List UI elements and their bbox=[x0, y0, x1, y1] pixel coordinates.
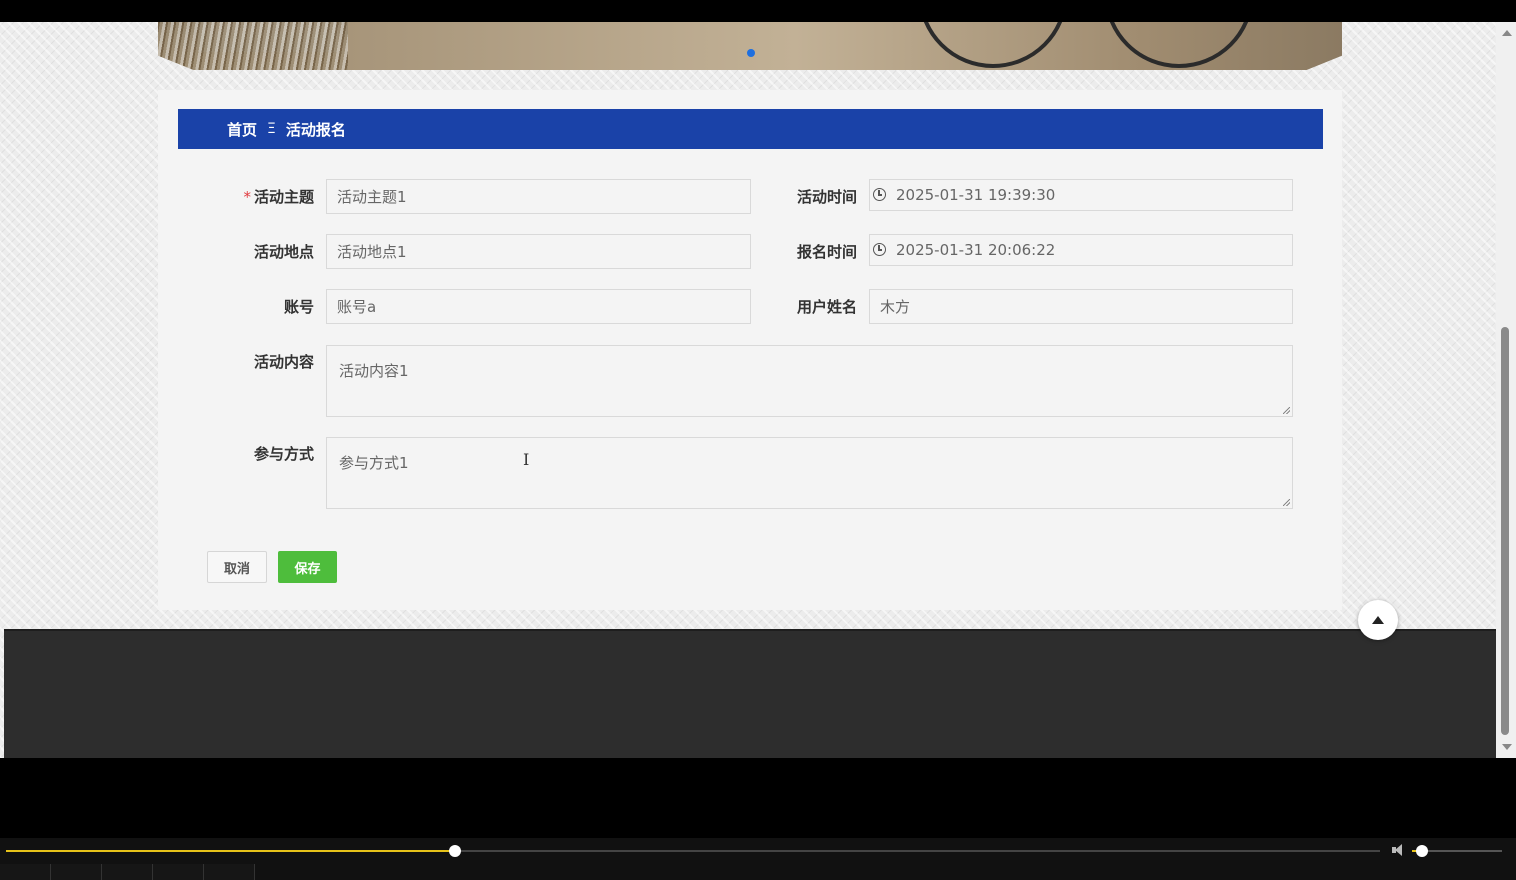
arrow-up-icon bbox=[1372, 616, 1384, 624]
participation-method-textarea[interactable]: 参与方式1 I bbox=[326, 437, 1293, 509]
banner-image bbox=[158, 22, 1342, 70]
taskbar-slot[interactable] bbox=[51, 864, 102, 880]
page-footer bbox=[4, 629, 1496, 758]
banner-grass bbox=[158, 22, 348, 70]
breadcrumb-separator-icon: Ξ bbox=[267, 121, 276, 137]
clock-icon bbox=[873, 188, 886, 201]
participation-method-value: 参与方式1 bbox=[339, 454, 409, 472]
scroll-down-icon[interactable] bbox=[1502, 744, 1512, 750]
activity-time-value: 2025-01-31 19:39:30 bbox=[896, 186, 1056, 204]
resize-handle-icon[interactable] bbox=[1283, 499, 1290, 506]
activity-content-label: 活动内容 bbox=[253, 353, 314, 371]
taskbar-strip bbox=[0, 864, 1516, 880]
volume-icon[interactable] bbox=[1392, 844, 1406, 856]
activity-content-textarea[interactable]: 活动内容1 bbox=[326, 345, 1293, 417]
participation-method-label: 参与方式 bbox=[253, 445, 314, 463]
breadcrumb: 首页 Ξ 活动报名 bbox=[178, 109, 1323, 149]
activity-content-value: 活动内容1 bbox=[339, 362, 409, 380]
back-to-top-button[interactable] bbox=[1358, 600, 1398, 640]
taskbar-slot[interactable] bbox=[102, 864, 153, 880]
volume-slider[interactable] bbox=[1412, 845, 1502, 857]
taskbar-slot[interactable] bbox=[204, 864, 255, 880]
signup-form-card: 首页 Ξ 活动报名 * 活动主题 活动主题1 活动时间 2025-01-31 19… bbox=[158, 90, 1342, 610]
seek-progress bbox=[6, 850, 456, 852]
taskbar-slot[interactable] bbox=[0, 864, 51, 880]
required-mark: * bbox=[243, 188, 251, 206]
clock-icon bbox=[873, 243, 886, 256]
cancel-button[interactable]: 取消 bbox=[207, 551, 267, 583]
resize-handle-icon[interactable] bbox=[1283, 407, 1290, 414]
scrollbar-thumb[interactable] bbox=[1501, 327, 1509, 735]
activity-location-label: 活动地点 bbox=[253, 243, 314, 261]
save-button[interactable]: 保存 bbox=[278, 551, 337, 583]
activity-theme-input[interactable]: 活动主题1 bbox=[326, 179, 751, 214]
user-name-input[interactable]: 木方 bbox=[869, 289, 1293, 324]
carousel-indicator[interactable] bbox=[747, 49, 755, 57]
volume-handle[interactable] bbox=[1415, 845, 1428, 857]
seek-bar[interactable] bbox=[6, 845, 1380, 857]
signup-time-input[interactable]: 2025-01-31 20:06:22 bbox=[869, 234, 1293, 266]
signup-time-value: 2025-01-31 20:06:22 bbox=[896, 241, 1056, 259]
activity-time-label: 活动时间 bbox=[796, 188, 857, 206]
user-name-label: 用户姓名 bbox=[796, 298, 857, 316]
breadcrumb-home[interactable]: 首页 bbox=[227, 119, 257, 140]
page-viewport: 首页 Ξ 活动报名 * 活动主题 活动主题1 活动时间 2025-01-31 19… bbox=[0, 22, 1496, 758]
vertical-scrollbar[interactable] bbox=[1496, 22, 1516, 758]
text-cursor-icon: I bbox=[523, 450, 530, 469]
breadcrumb-current: 活动报名 bbox=[285, 120, 346, 139]
activity-theme-label: * 活动主题 bbox=[243, 188, 314, 206]
seek-handle[interactable] bbox=[449, 845, 462, 857]
signup-time-label: 报名时间 bbox=[796, 243, 857, 261]
activity-time-input[interactable]: 2025-01-31 19:39:30 bbox=[869, 179, 1293, 211]
video-player-controls bbox=[0, 838, 1516, 880]
activity-location-input[interactable]: 活动地点1 bbox=[326, 234, 751, 269]
taskbar-slot[interactable] bbox=[153, 864, 204, 880]
account-input[interactable]: 账号a bbox=[326, 289, 751, 324]
account-label: 账号 bbox=[283, 298, 314, 316]
scroll-up-icon[interactable] bbox=[1502, 30, 1512, 36]
